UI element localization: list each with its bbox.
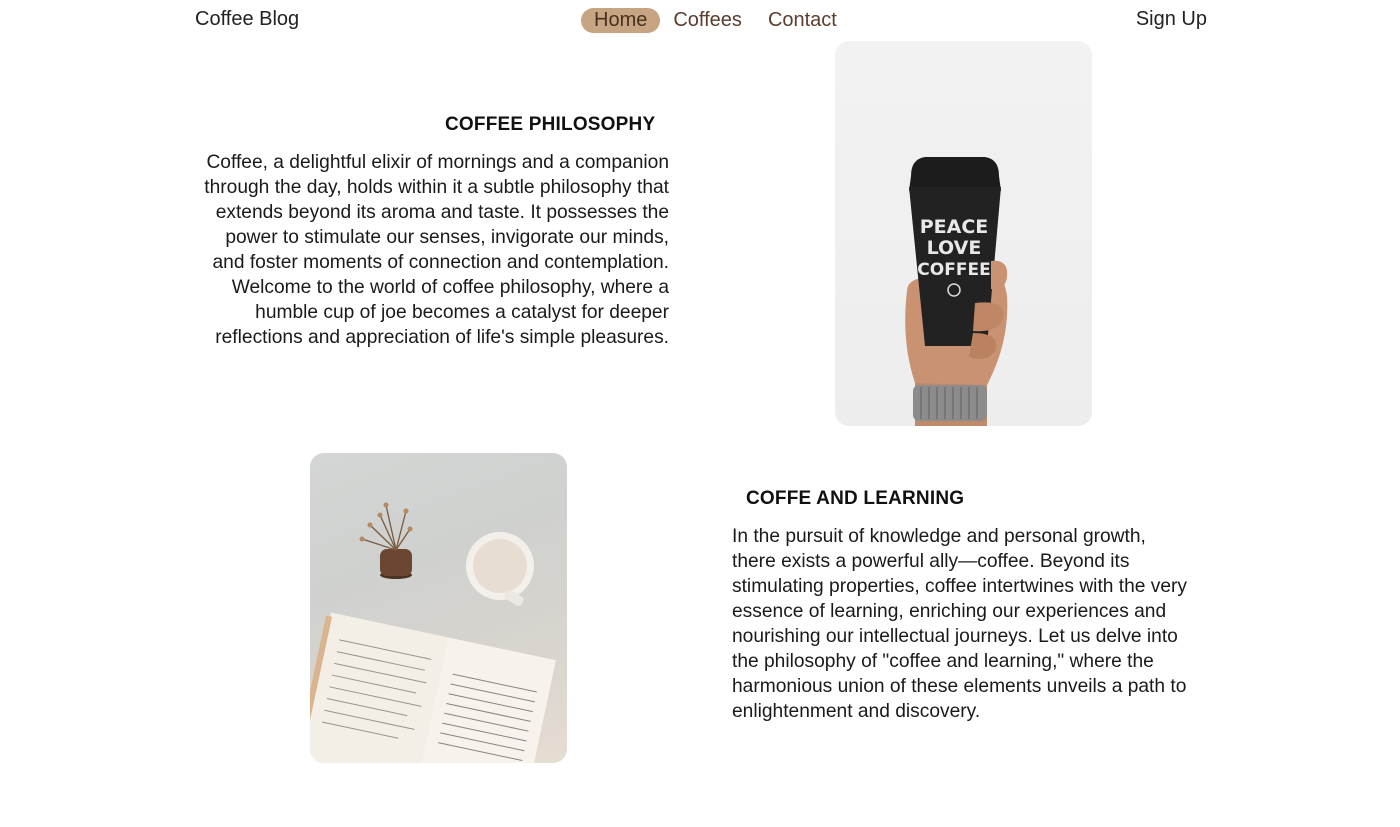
brand-logo[interactable]: Coffee Blog bbox=[195, 8, 299, 31]
sign-up-link[interactable]: Sign Up bbox=[1136, 8, 1207, 31]
vase-body bbox=[380, 549, 412, 576]
section-title-learning: COFFE AND LEARNING bbox=[746, 488, 965, 509]
section-body-learning: In the pursuit of knowledge and personal… bbox=[732, 526, 1188, 722]
section-body-philosophy: Coffee, a delightful elixir of mornings … bbox=[204, 152, 669, 348]
cup-text-line-3: COFFEE bbox=[917, 260, 990, 280]
cup-lid bbox=[909, 157, 1001, 191]
cup-text-line-1: PEACE bbox=[920, 216, 989, 238]
latte-foam bbox=[473, 539, 527, 593]
section-title-philosophy: COFFEE PHILOSOPHY bbox=[445, 114, 656, 135]
flower-buds bbox=[359, 502, 413, 542]
thumb-shape bbox=[991, 260, 1008, 290]
nav-link-coffees[interactable]: Coffees bbox=[660, 8, 755, 33]
coffee-cup-photo: PEACE LOVE COFFEE bbox=[835, 41, 1092, 426]
nav-link-contact[interactable]: Contact bbox=[755, 8, 850, 33]
open-book bbox=[310, 612, 556, 763]
coffee-book-photo bbox=[310, 453, 567, 763]
nav-link-home[interactable]: Home bbox=[581, 8, 661, 33]
top-navbar: Coffee Blog Home Coffees Contact Sign Up bbox=[0, 0, 1400, 42]
watch-band bbox=[913, 385, 987, 421]
dried-flowers bbox=[361, 504, 411, 551]
coffee-cup-illustration: PEACE LOVE COFFEE bbox=[905, 157, 1008, 426]
cup-text-line-2: LOVE bbox=[927, 237, 982, 259]
nav-links: Home Coffees Contact bbox=[581, 8, 850, 33]
coffee-book-illustration bbox=[310, 502, 556, 763]
